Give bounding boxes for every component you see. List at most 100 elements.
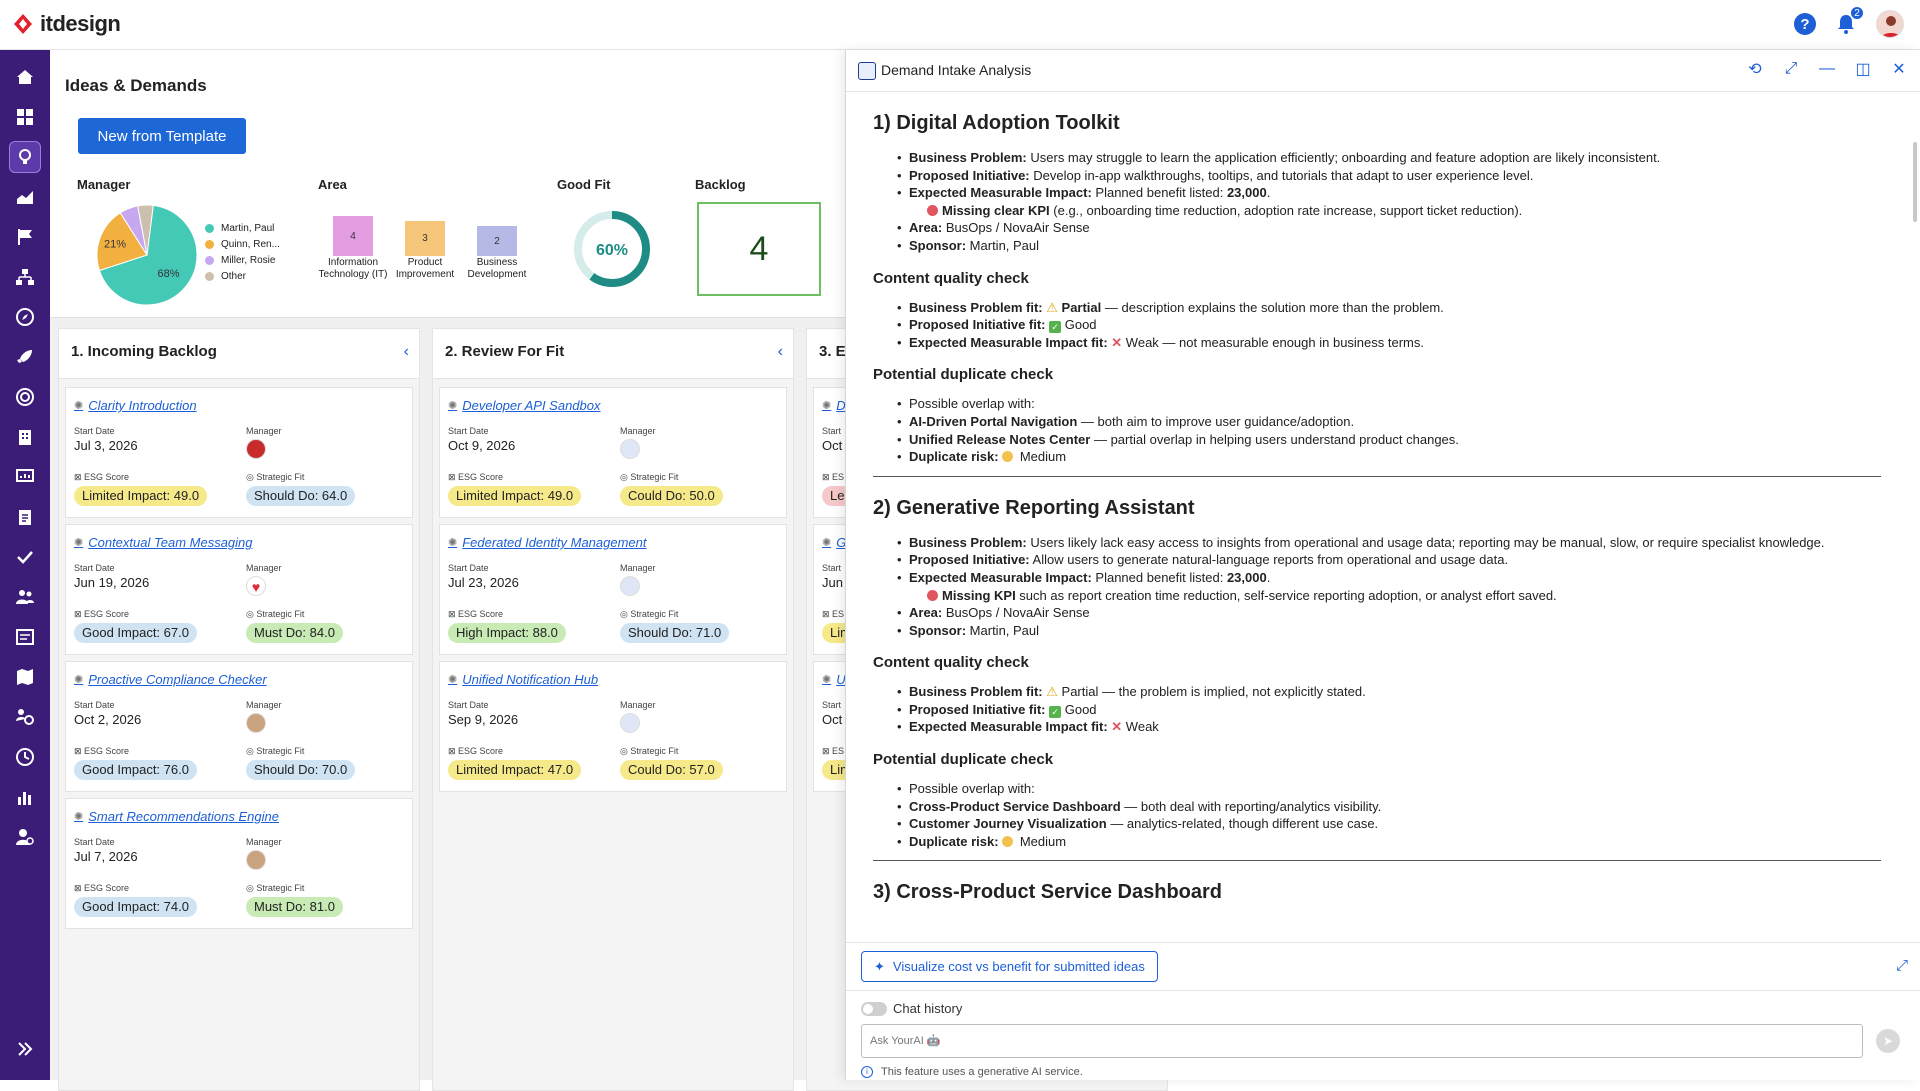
hierarchy-icon[interactable]: [9, 261, 41, 293]
rocket-icon[interactable]: [9, 341, 41, 373]
idea-bulb-icon: ✺: [448, 537, 458, 549]
manager-label: Manager: [246, 700, 282, 710]
card-title-link[interactable]: ✺ G: [822, 535, 846, 550]
idea-card[interactable]: ✺ Unified Notification Hub Start Date Sep 9…: [439, 661, 787, 792]
start-date-label: Start Date: [448, 426, 489, 436]
idea-card[interactable]: ✺ Developer API Sandbox Start Date Oct 9, 2…: [439, 387, 787, 518]
area-bar[interactable]: 2: [477, 226, 517, 256]
duplicate-check-heading: Potential duplicate check: [873, 366, 1054, 384]
help-icon[interactable]: ?: [1794, 13, 1816, 35]
board-column: 1. Incoming Backlog ‹ ✺ Clarity Introductio…: [58, 328, 420, 1091]
esg-score-chip: Limited Impact: 49.0: [448, 486, 582, 506]
legend-item[interactable]: Martin, Paul: [205, 220, 280, 236]
card-title-link[interactable]: ✺ Unified Notification Hub: [448, 672, 598, 687]
close-icon[interactable]: ✕: [1890, 60, 1908, 78]
target-icon[interactable]: [9, 381, 41, 413]
manager-pie-chart[interactable]: 68% 21%: [92, 200, 202, 310]
app-logo[interactable]: itdesign: [12, 11, 121, 37]
minimize-icon[interactable]: —: [1818, 60, 1836, 78]
flag-icon[interactable]: [9, 221, 41, 253]
area-chart-icon[interactable]: [9, 181, 41, 213]
esg-score-label: ⊠ ESG Score: [448, 609, 504, 619]
presentation-icon[interactable]: [9, 461, 41, 493]
esg-score-chip: Good Impact: 74.0: [74, 897, 197, 917]
area-bar[interactable]: 3: [405, 221, 445, 256]
column-header: 2. Review For Fit ‹: [433, 329, 793, 379]
manager-label: Manager: [620, 563, 656, 573]
analysis-content: 1) Digital Adoption Toolkit Business Prob…: [873, 92, 1893, 992]
collapse-chevron-icon[interactable]: ‹: [404, 343, 409, 361]
esg-score-chip: High Impact: 88.0: [448, 623, 566, 643]
legend-item[interactable]: Other: [205, 268, 280, 284]
people-settings-icon[interactable]: [9, 701, 41, 733]
manager-avatar[interactable]: [246, 439, 266, 459]
card-title-link[interactable]: ✺ D: [822, 398, 846, 413]
notifications-button[interactable]: 2: [1834, 6, 1864, 36]
card-title-link[interactable]: ✺ U: [822, 672, 846, 687]
bar-chart-icon[interactable]: [9, 781, 41, 813]
manager-avatar[interactable]: [246, 850, 266, 870]
manager-avatar[interactable]: [620, 576, 640, 596]
info-icon: i: [861, 1066, 873, 1078]
send-button[interactable]: ➤: [1876, 1029, 1900, 1053]
idea-card[interactable]: ✺ Contextual Team Messaging Start Date Jun …: [65, 524, 413, 655]
manager-avatar[interactable]: ♥: [246, 576, 266, 596]
card-title-link[interactable]: ✺ Smart Recommendations Engine: [74, 809, 279, 824]
card-title-link[interactable]: ✺ Developer API Sandbox: [448, 398, 601, 413]
chat-area: Chat history ➤ i This feature uses a gen…: [846, 990, 1920, 1080]
idea-card[interactable]: ✺ Clarity Introduction Start Date Jul 3, 20…: [65, 387, 413, 518]
building-icon[interactable]: [9, 421, 41, 453]
area-bar[interactable]: 4: [333, 216, 373, 256]
idea-card[interactable]: ✺ Smart Recommendations Engine Start Date J…: [65, 798, 413, 929]
idea-card[interactable]: ✺ Federated Identity Management Start Date…: [439, 524, 787, 655]
ideas-lightbulb-icon[interactable]: [9, 141, 41, 173]
map-icon[interactable]: [9, 661, 41, 693]
collapse-chevron-icon[interactable]: ‹: [778, 343, 783, 361]
start-date-label: Start: [822, 426, 842, 436]
legend-item[interactable]: Quinn, Ren...: [205, 236, 280, 252]
ask-ai-input[interactable]: [861, 1024, 1863, 1058]
user-avatar[interactable]: [1876, 10, 1904, 38]
manager-avatar[interactable]: [620, 713, 640, 733]
start-date-label: Start: [822, 700, 842, 710]
expand-icon[interactable]: ⤢: [1896, 957, 1908, 974]
compass-icon[interactable]: [9, 301, 41, 333]
pie-slice-label: 21%: [104, 238, 126, 250]
clock-icon[interactable]: [9, 741, 41, 773]
strategic-fit-label: ◎ Strategic Fit: [246, 609, 305, 619]
red-circle-icon: [927, 589, 938, 601]
home-icon[interactable]: [9, 61, 41, 93]
manager-label: Manager: [246, 563, 282, 573]
maximize-icon[interactable]: ⤢: [1782, 60, 1800, 78]
new-from-template-button[interactable]: New from Template: [78, 118, 246, 154]
good-fit-gauge[interactable]: 60%: [572, 209, 652, 289]
chat-history-toggle[interactable]: [861, 1002, 887, 1016]
idea-bulb-icon: ✺: [74, 674, 84, 686]
history-icon[interactable]: ⟲: [1746, 60, 1764, 78]
impact-fit: Expected Measurable Impact fit: ✕ Weak: [897, 718, 1893, 736]
start-date-value: Oct 9, 2026: [448, 438, 516, 453]
content-scrollbar[interactable]: [1913, 142, 1917, 222]
card-title-link[interactable]: ✺ Clarity Introduction: [74, 398, 197, 413]
clipboard-icon[interactable]: [9, 501, 41, 533]
expand-sidebar-icon[interactable]: [9, 1033, 41, 1065]
manager-avatar[interactable]: [246, 713, 266, 733]
cross-icon: ✕: [1111, 334, 1123, 350]
idea-card[interactable]: ✺ Proactive Compliance Checker Start Date O…: [65, 661, 413, 792]
content-quality-heading: Content quality check: [873, 269, 1029, 287]
checkmark-icon[interactable]: [9, 541, 41, 573]
backlog-count-tile[interactable]: 4: [697, 202, 821, 296]
card-title-link[interactable]: ✺ Contextual Team Messaging: [74, 535, 253, 550]
dashboard-icon[interactable]: [9, 101, 41, 133]
suggestion-button[interactable]: ✦ Visualize cost vs benefit for submitte…: [861, 951, 1158, 982]
start-date-value: Sep 9, 2026: [448, 712, 519, 727]
card-title-link[interactable]: ✺ Proactive Compliance Checker: [74, 672, 267, 687]
legend-item[interactable]: Miller, Rosie: [205, 252, 280, 268]
strategic-fit-label: ◎ Strategic Fit: [620, 609, 679, 619]
dock-icon[interactable]: ◫: [1854, 60, 1872, 78]
team-icon[interactable]: [9, 581, 41, 613]
user-gear-icon[interactable]: [9, 821, 41, 853]
manager-avatar[interactable]: [620, 439, 640, 459]
form-icon[interactable]: [9, 621, 41, 653]
card-title-link[interactable]: ✺ Federated Identity Management: [448, 535, 647, 550]
